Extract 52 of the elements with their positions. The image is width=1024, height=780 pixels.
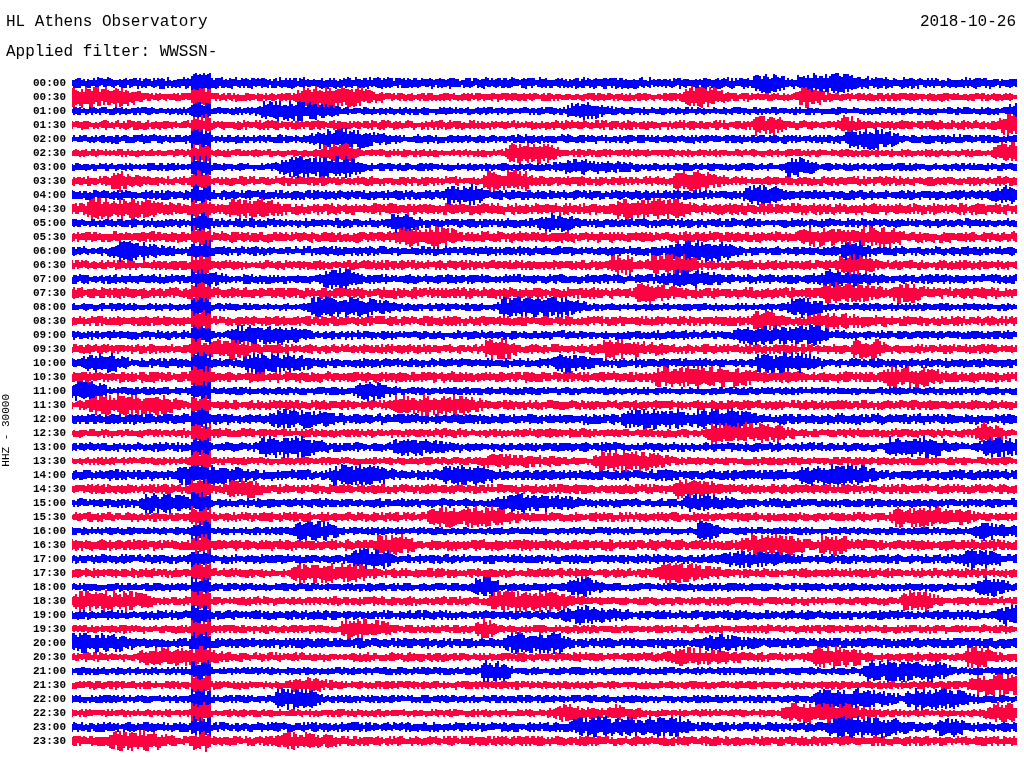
time-label: 08:00 <box>32 300 67 314</box>
time-label: 20:30 <box>32 650 67 664</box>
time-label: 07:00 <box>32 272 67 286</box>
time-label: 04:00 <box>32 188 67 202</box>
time-label: 22:30 <box>32 706 67 720</box>
time-label: 00:30 <box>32 90 67 104</box>
time-label: 02:30 <box>32 146 67 160</box>
time-label: 19:30 <box>32 622 67 636</box>
time-label: 03:30 <box>32 174 67 188</box>
time-label: 11:00 <box>32 384 67 398</box>
time-label: 14:30 <box>32 482 67 496</box>
time-label: 15:00 <box>32 496 67 510</box>
time-label: 21:30 <box>32 678 67 692</box>
time-label: 11:30 <box>32 398 67 412</box>
time-label: 00:00 <box>32 76 67 90</box>
time-label: 23:00 <box>32 720 67 734</box>
time-label: 20:00 <box>32 636 67 650</box>
time-label: 13:30 <box>32 454 67 468</box>
time-label: 03:00 <box>32 160 67 174</box>
time-label: 07:30 <box>32 286 67 300</box>
time-label: 19:00 <box>32 608 67 622</box>
time-label: 22:00 <box>32 692 67 706</box>
time-label: 15:30 <box>32 510 67 524</box>
time-label: 17:30 <box>32 566 67 580</box>
time-label: 13:00 <box>32 440 67 454</box>
time-label: 18:00 <box>32 580 67 594</box>
time-label: 01:30 <box>32 118 67 132</box>
time-label: 04:30 <box>32 202 67 216</box>
time-label: 16:00 <box>32 524 67 538</box>
time-label: 10:30 <box>32 370 67 384</box>
time-label: 06:30 <box>32 258 67 272</box>
time-label: 10:00 <box>32 356 67 370</box>
station-title: HL Athens Observatory <box>6 12 209 32</box>
time-label: 16:30 <box>32 538 67 552</box>
filter-label: Applied filter: WWSSN- <box>6 42 218 62</box>
time-label: 01:00 <box>32 104 67 118</box>
time-label: 09:00 <box>32 328 67 342</box>
time-label: 05:30 <box>32 230 67 244</box>
time-label: 09:30 <box>32 342 67 356</box>
time-label: 05:00 <box>32 216 67 230</box>
time-label: 02:00 <box>32 132 67 146</box>
time-label: 08:30 <box>32 314 67 328</box>
date-label: 2018-10-26 <box>920 12 1016 33</box>
time-label: 12:00 <box>32 412 67 426</box>
time-label: 18:30 <box>32 594 67 608</box>
time-label: 21:00 <box>32 664 67 678</box>
time-label: 06:00 <box>32 244 67 258</box>
time-label: 17:00 <box>32 552 67 566</box>
time-label: 14:00 <box>32 468 67 482</box>
time-label: 23:30 <box>32 734 67 748</box>
time-label: 12:30 <box>32 426 67 440</box>
channel-label: HHZ - 30000 <box>0 393 12 467</box>
